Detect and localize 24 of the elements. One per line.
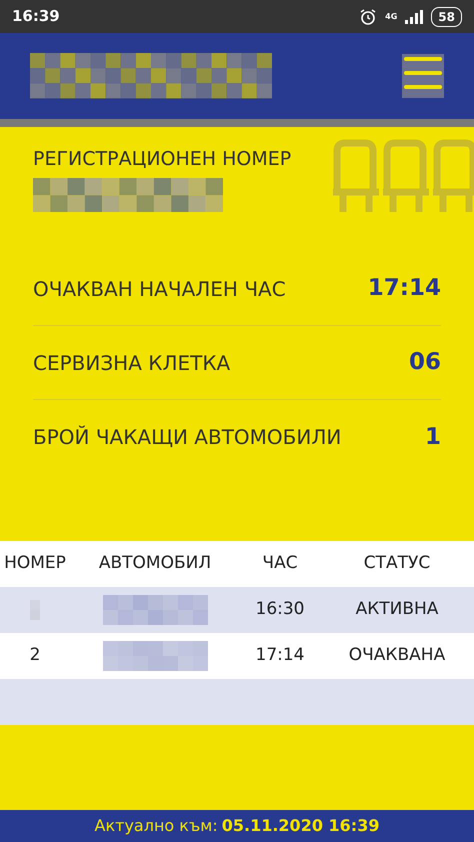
info-value: 17:14	[368, 274, 441, 304]
network-label: 4G	[385, 10, 398, 22]
info-label: СЕРВИЗНА КЛЕТКА	[33, 350, 230, 377]
info-label: ОЧАКВАН НАЧАЛЕН ЧАС	[33, 276, 286, 303]
alarm-icon	[359, 8, 378, 26]
table-cell-text: 2	[30, 644, 40, 668]
table-cell-text: 16:30	[254, 598, 306, 622]
table-cell-text: ОЧАКВАНА	[348, 644, 446, 668]
battery-icon: 58	[431, 6, 462, 26]
info-value: 06	[408, 348, 441, 378]
signal-icon	[405, 10, 424, 24]
column-header: СТАТУС	[362, 552, 432, 576]
menu-icon[interactable]	[402, 54, 444, 98]
info-label: БРОЙ ЧАКАЩИ АВТОМОБИЛИ	[33, 424, 342, 452]
column-header: ЧАС	[261, 552, 299, 576]
footer-timestamp: 05.11.2020 16:39	[222, 815, 380, 837]
footer-label: Актуално към:	[94, 815, 218, 837]
table-cell-text: АКТИВНА	[354, 598, 440, 622]
clock-time: 16:39	[12, 6, 60, 28]
registration-label: РЕГИСТРАЦИОНЕН НОМЕР	[33, 147, 292, 172]
column-header: АВТОМОБИЛ	[98, 552, 212, 576]
info-value: 1	[424, 422, 441, 452]
table-cell-text: 17:14	[254, 644, 306, 668]
column-header: НОМЕР	[3, 552, 67, 576]
